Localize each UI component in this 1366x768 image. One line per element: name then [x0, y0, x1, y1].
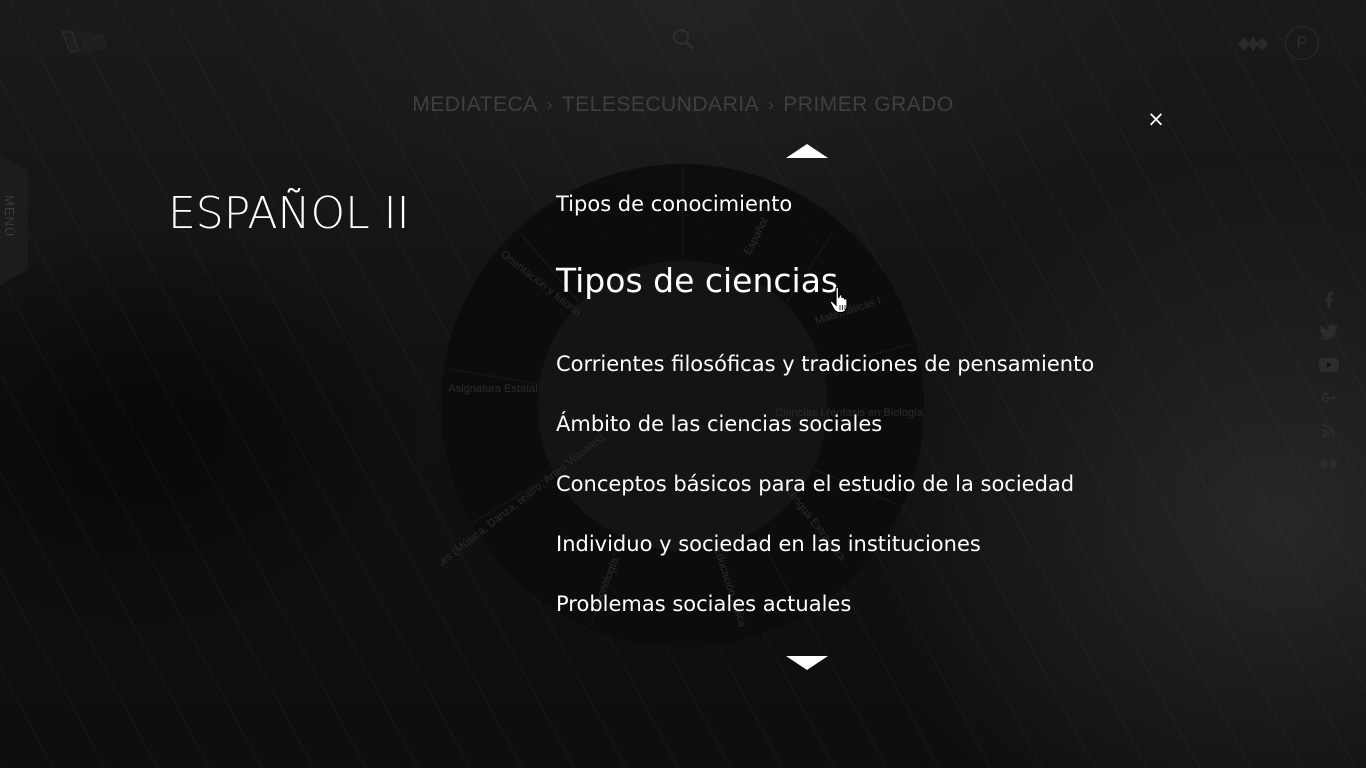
- topic-item-active[interactable]: Tipos de ciencias: [556, 261, 838, 300]
- topic-item[interactable]: Problemas sociales actuales: [556, 592, 851, 616]
- youtube-icon[interactable]: [1316, 354, 1342, 376]
- breadcrumb-mediateca[interactable]: MEDIATECA: [412, 93, 537, 117]
- topic-item[interactable]: Ámbito de las ciencias sociales: [556, 412, 882, 436]
- profile-button[interactable]: P: [1285, 26, 1319, 60]
- diamonds-icon[interactable]: [1237, 33, 1271, 55]
- breadcrumb-primer-grado[interactable]: PRIMER GRADO: [783, 93, 954, 117]
- wheel-label-asignatura[interactable]: Asignatura Estatal: [448, 383, 537, 395]
- logo[interactable]: Ventana Educativa: [58, 26, 175, 58]
- social-links: [1316, 288, 1342, 486]
- topic-item[interactable]: Conceptos básicos para el estudio de la …: [556, 472, 1074, 496]
- topic-item[interactable]: Individuo y sociedad en las institucione…: [556, 532, 981, 556]
- hand-cursor-icon: [829, 286, 848, 314]
- breadcrumb-telesecundaria[interactable]: TELESECUNDARIA: [562, 93, 759, 117]
- search-icon: [673, 29, 694, 50]
- search-button[interactable]: [670, 26, 696, 52]
- menu-label: MENÚ: [2, 195, 17, 238]
- logo-mark-icon: [60, 30, 108, 54]
- chevron-right-icon: ›: [768, 95, 775, 114]
- logo-line-2: Educativa: [112, 41, 175, 56]
- logo-text: Ventana Educativa: [112, 29, 175, 56]
- facebook-icon[interactable]: [1316, 288, 1342, 310]
- twitter-icon[interactable]: [1316, 321, 1342, 343]
- flickr-icon[interactable]: [1316, 453, 1342, 475]
- rss-icon[interactable]: [1316, 420, 1342, 442]
- scroll-down-arrow-icon[interactable]: [786, 656, 828, 670]
- close-button[interactable]: ×: [1146, 108, 1166, 130]
- topic-item[interactable]: Corrientes filosóficas y tradiciones de …: [556, 352, 1094, 376]
- chevron-right-icon: ›: [546, 95, 553, 114]
- subject-title: ESPAÑOL II: [168, 188, 410, 239]
- subject-wheel: Ciencias I (énfasis en Biología) Matemát…: [441, 164, 924, 647]
- topic-item[interactable]: Tipos de conocimiento: [556, 192, 792, 216]
- side-menu-tab[interactable]: MENÚ: [0, 155, 28, 285]
- scroll-up-arrow-icon[interactable]: [786, 144, 828, 158]
- google-plus-icon[interactable]: [1316, 387, 1342, 409]
